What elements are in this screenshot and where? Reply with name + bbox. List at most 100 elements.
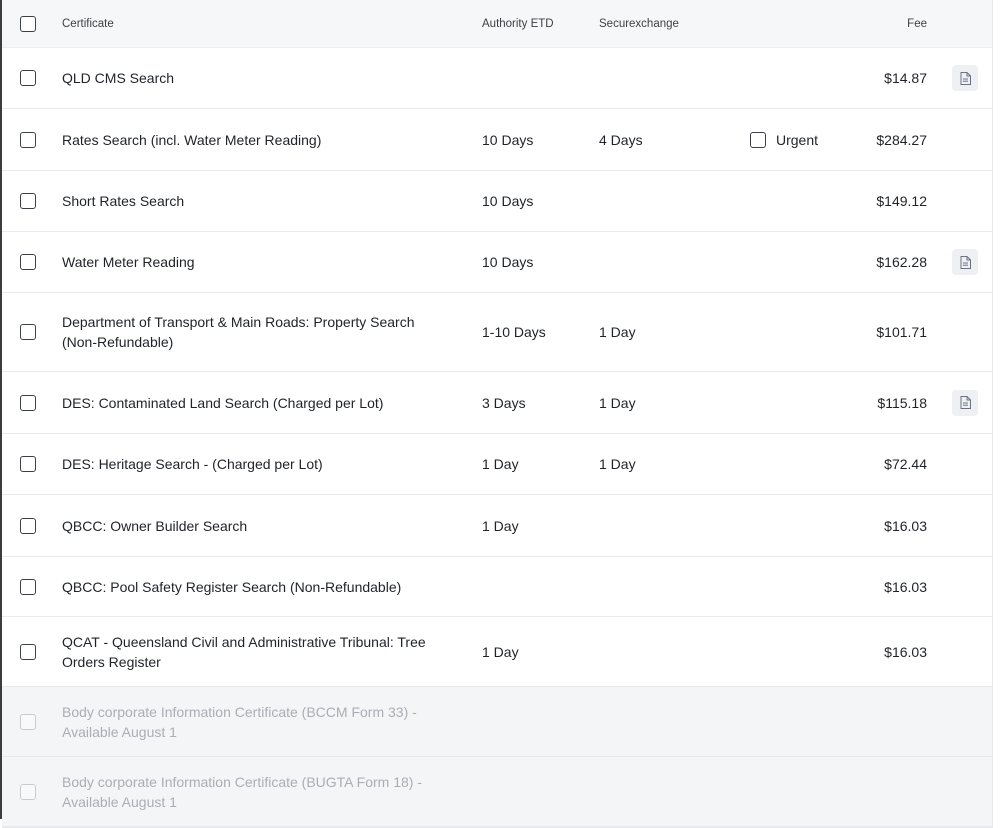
row-checkbox-cell — [20, 372, 40, 433]
table-row-disabled: Body corporate Information Certificate (… — [2, 687, 992, 757]
securexchange-etd: 1 Day — [599, 456, 636, 472]
table-row[interactable]: QBCC: Owner Builder Search 1 Day $16.03 — [2, 495, 992, 557]
certificate-name: Water Meter Reading — [62, 254, 195, 270]
row-checkbox[interactable] — [20, 70, 36, 86]
table-row[interactable]: QLD CMS Search $14.87 — [2, 48, 992, 109]
document-cell — [952, 48, 978, 108]
authority-etd: 10 Days — [482, 131, 534, 148]
certificate-name: DES: Heritage Search - (Charged per Lot) — [62, 456, 323, 472]
document-icon[interactable] — [952, 65, 978, 91]
securexchange-etd — [599, 171, 739, 231]
table-row[interactable]: DES: Heritage Search - (Charged per Lot)… — [2, 434, 992, 495]
securexchange-etd — [599, 557, 739, 616]
certificate-name: DES: Contaminated Land Search (Charged p… — [62, 394, 384, 411]
fee-amount: $16.03 — [884, 517, 927, 534]
fee-amount: $16.03 — [884, 643, 927, 660]
certificate-name: Short Rates Search — [62, 193, 185, 209]
authority-etd — [482, 48, 592, 108]
document-icon[interactable] — [952, 249, 978, 275]
row-checkbox[interactable] — [20, 254, 36, 270]
fee-amount: $14.87 — [884, 70, 927, 86]
securexchange-etd: 1 Day — [599, 394, 636, 411]
securexchange-etd — [599, 617, 739, 686]
row-checkbox — [20, 783, 36, 800]
row-checkbox[interactable] — [20, 643, 36, 660]
securexchange-etd: 4 Days — [599, 131, 643, 148]
row-checkbox[interactable] — [20, 456, 36, 472]
row-checkbox[interactable] — [20, 193, 36, 209]
row-checkbox-cell — [20, 434, 40, 494]
table-row[interactable]: Rates Search (incl. Water Meter Reading)… — [2, 109, 992, 171]
row-checkbox-cell — [20, 171, 40, 231]
select-all-checkbox[interactable] — [20, 15, 36, 32]
certificate-name: QBCC: Owner Builder Search — [62, 517, 248, 534]
table-row[interactable]: Short Rates Search 10 Days $149.12 — [2, 171, 992, 232]
row-checkbox[interactable] — [20, 517, 36, 534]
fee-amount: $162.28 — [876, 254, 927, 270]
row-checkbox-cell — [20, 109, 40, 170]
table-body: QLD CMS Search $14.87 Rates Search (incl. … — [2, 48, 992, 827]
fee-amount: $115.18 — [877, 394, 927, 411]
document-cell — [952, 232, 978, 292]
certificate-name: QBCC: Pool Safety Register Search (Non-R… — [62, 578, 402, 595]
table-row[interactable]: Department of Transport & Main Roads: Pr… — [2, 293, 992, 372]
securexchange-etd — [599, 48, 739, 108]
fee-amount: $284.27 — [876, 131, 927, 148]
header-securexchange: Securexchange — [599, 17, 679, 30]
row-checkbox-cell — [20, 232, 40, 292]
authority-etd: 1 Day — [482, 643, 519, 660]
row-checkbox — [20, 713, 36, 730]
securexchange-etd — [599, 687, 739, 756]
fee-amount: $149.12 — [876, 193, 927, 209]
authority-etd: 10 Days — [482, 254, 534, 270]
authority-etd — [482, 557, 592, 616]
header-authority-etd: Authority ETD — [482, 17, 554, 30]
row-checkbox[interactable] — [20, 394, 36, 411]
certificate-name: QCAT - Queensland Civil and Administrati… — [62, 633, 426, 670]
document-cell — [952, 372, 978, 433]
header-certificate: Certificate — [62, 17, 114, 30]
table-row-disabled: Body corporate Information Certificate (… — [2, 757, 992, 827]
securexchange-etd — [599, 495, 739, 556]
table-row[interactable]: QBCC: Pool Safety Register Search (Non-R… — [2, 557, 992, 617]
fee-amount — [822, 757, 927, 826]
table-row[interactable]: DES: Contaminated Land Search (Charged p… — [2, 372, 992, 434]
securexchange-etd: 1 Day — [599, 324, 636, 340]
urgent-checkbox[interactable] — [750, 131, 766, 148]
certificate-name: QLD CMS Search — [62, 70, 175, 86]
row-checkbox[interactable] — [20, 324, 36, 340]
authority-etd — [482, 687, 592, 756]
row-checkbox-cell — [20, 495, 40, 556]
row-checkbox[interactable] — [20, 578, 36, 595]
authority-etd: 1 Day — [482, 456, 519, 472]
fee-amount — [822, 687, 927, 756]
certificates-table: Certificate Authority ETD Securexchange … — [2, 0, 993, 828]
securexchange-etd — [599, 757, 739, 826]
row-checkbox-cell — [20, 617, 40, 686]
securexchange-etd — [599, 232, 739, 292]
certificate-name: Department of Transport & Main Roads: Pr… — [62, 314, 415, 350]
row-checkbox-cell — [20, 687, 40, 756]
row-checkbox[interactable] — [20, 131, 36, 148]
authority-etd: 1-10 Days — [482, 324, 546, 340]
row-checkbox-cell — [20, 757, 40, 826]
authority-etd: 1 Day — [482, 517, 519, 534]
document-icon[interactable] — [952, 389, 978, 416]
authority-etd: 10 Days — [482, 193, 534, 209]
fee-amount: $16.03 — [884, 578, 927, 595]
row-checkbox-cell — [20, 48, 40, 108]
fee-amount: $72.44 — [884, 456, 927, 472]
table-header: Certificate Authority ETD Securexchange … — [2, 0, 992, 48]
certificate-name: Body corporate Information Certificate (… — [62, 703, 417, 740]
authority-etd: 3 Days — [482, 394, 526, 411]
row-checkbox-cell — [20, 293, 40, 371]
urgent-label: Urgent — [776, 131, 819, 148]
certificate-name: Rates Search (incl. Water Meter Reading) — [62, 131, 322, 148]
row-checkbox-cell — [20, 557, 40, 616]
table-row[interactable]: QCAT - Queensland Civil and Administrati… — [2, 617, 992, 687]
header-fee: Fee — [907, 17, 927, 30]
fee-amount: $101.71 — [876, 324, 927, 340]
authority-etd — [482, 757, 592, 826]
certificate-name: Body corporate Information Certificate (… — [62, 773, 422, 810]
table-row[interactable]: Water Meter Reading 10 Days $162.28 — [2, 232, 992, 293]
